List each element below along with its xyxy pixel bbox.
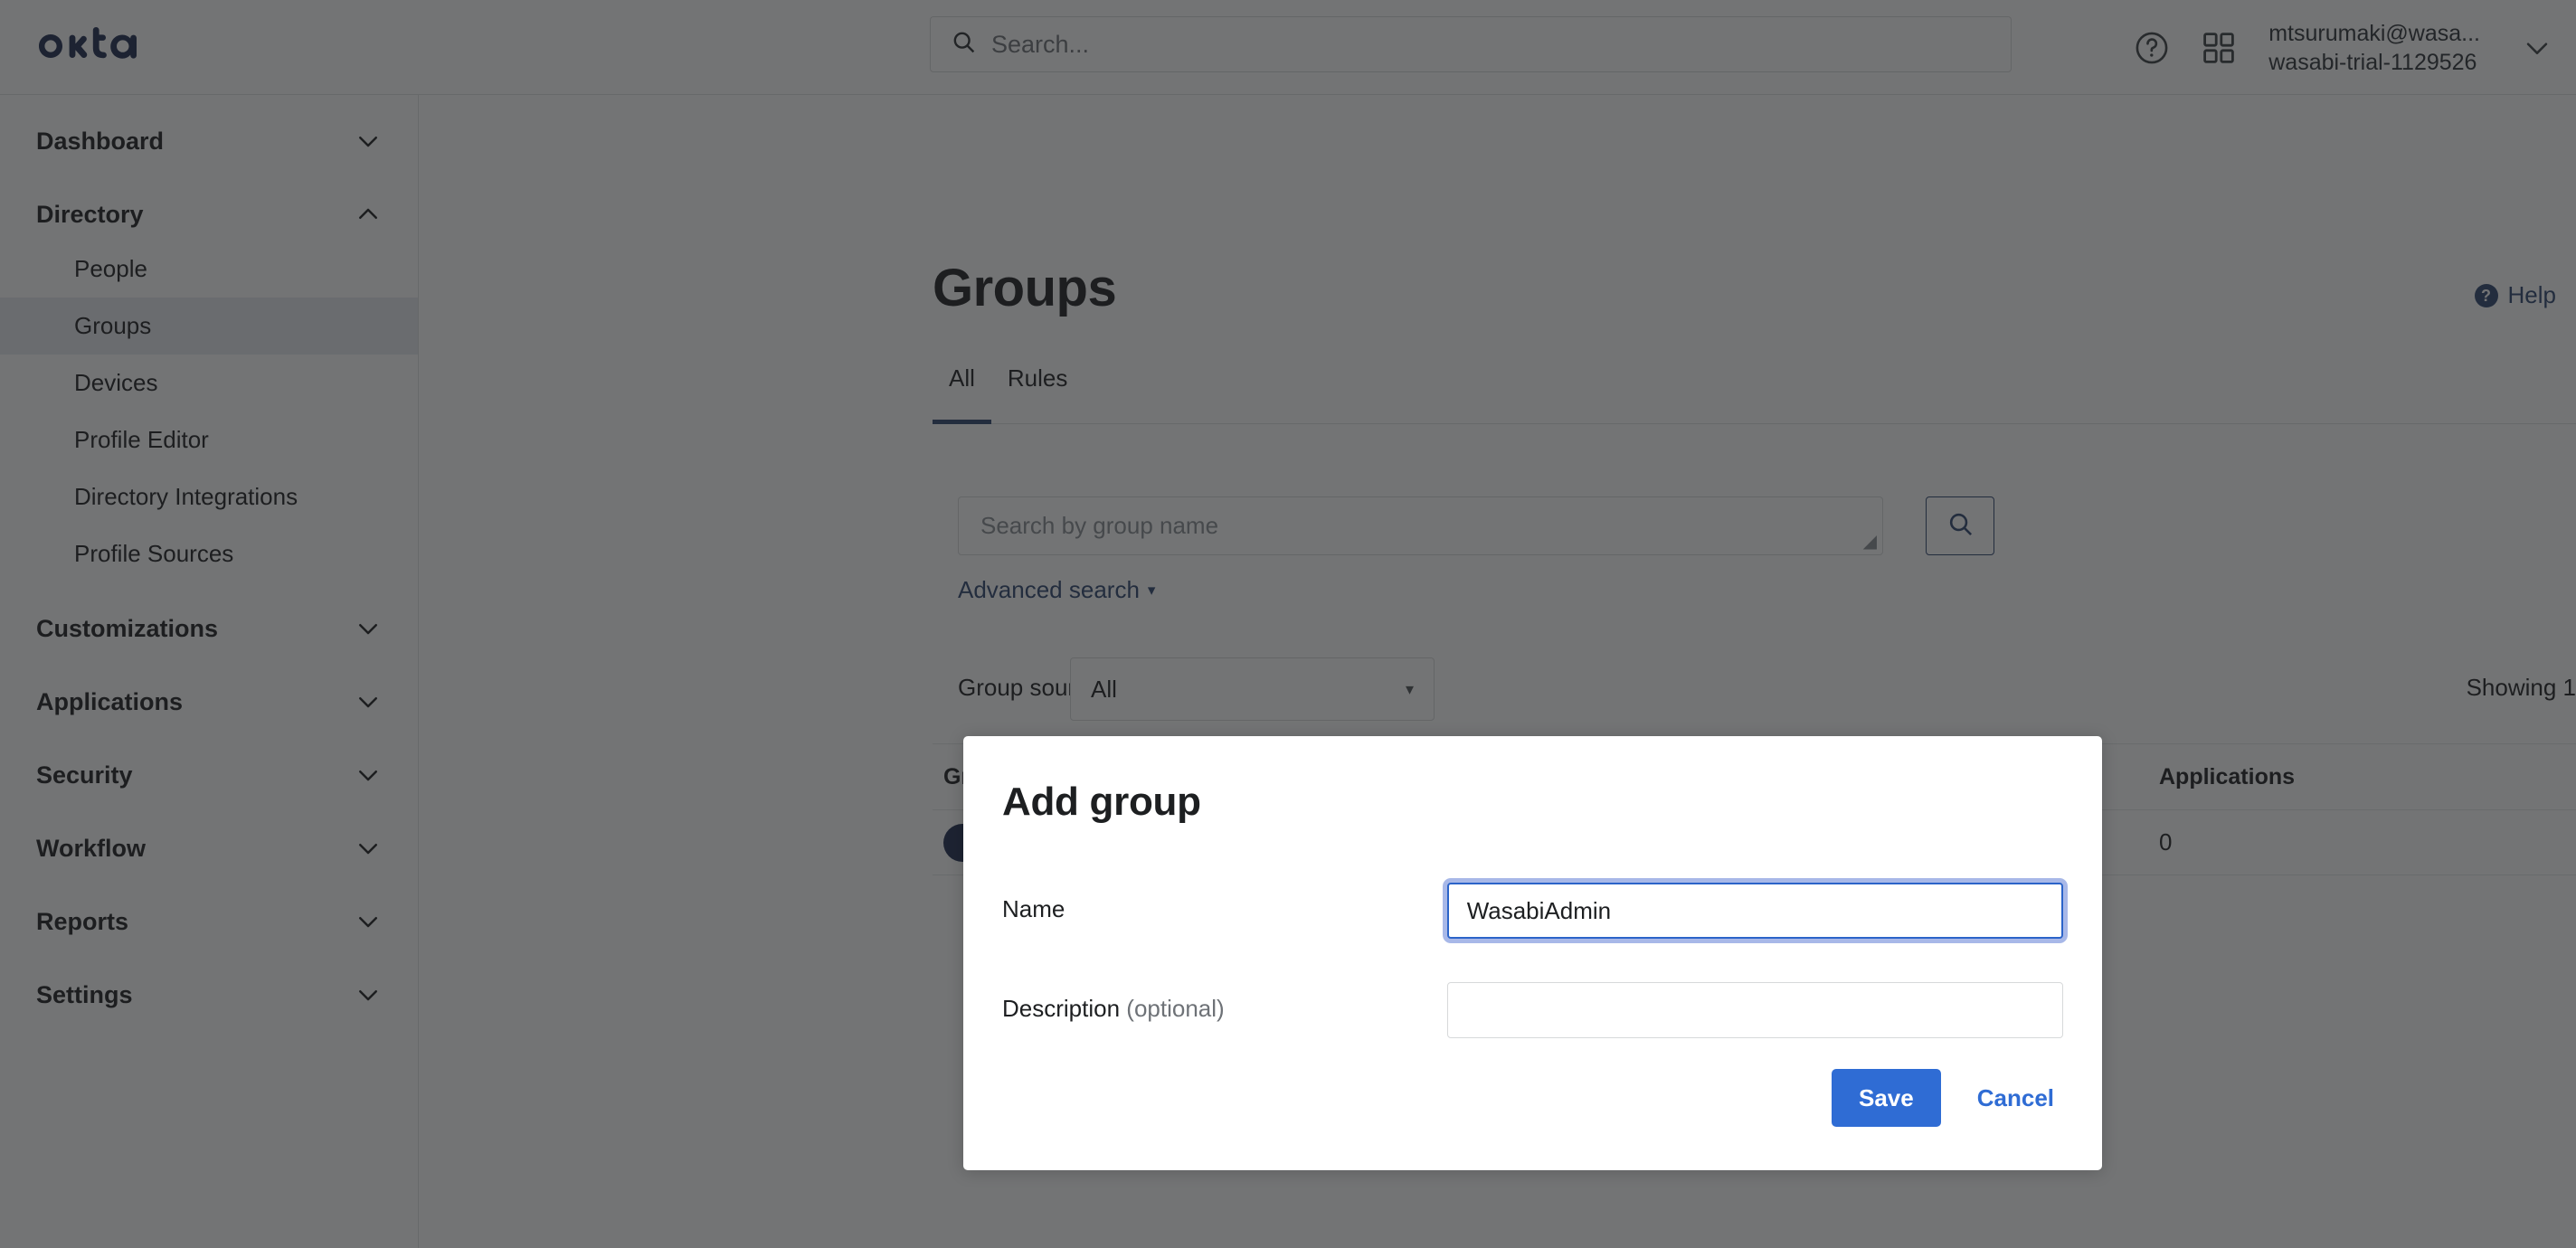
description-optional-text: (optional) [1126,995,1225,1022]
group-name-value: WasabiAdmin [1466,896,1612,924]
description-label: Description (optional) [1002,982,1447,1023]
save-button[interactable]: Save [1832,1069,1941,1127]
modal-title: Add group [1002,780,1201,824]
description-field-row: Description (optional) [1002,982,2063,1038]
name-label: Name [1002,895,1065,922]
cancel-button[interactable]: Cancel [1968,1084,2063,1112]
modal-actions: Save Cancel [1832,1069,2063,1127]
add-group-modal: Add group Name WasabiAdmin Description (… [963,736,2102,1170]
group-description-input[interactable] [1446,982,2063,1038]
description-label-text: Description [1002,995,1127,1022]
name-field-row: Name WasabiAdmin [1002,883,2063,939]
group-name-input[interactable]: WasabiAdmin [1446,883,2063,939]
